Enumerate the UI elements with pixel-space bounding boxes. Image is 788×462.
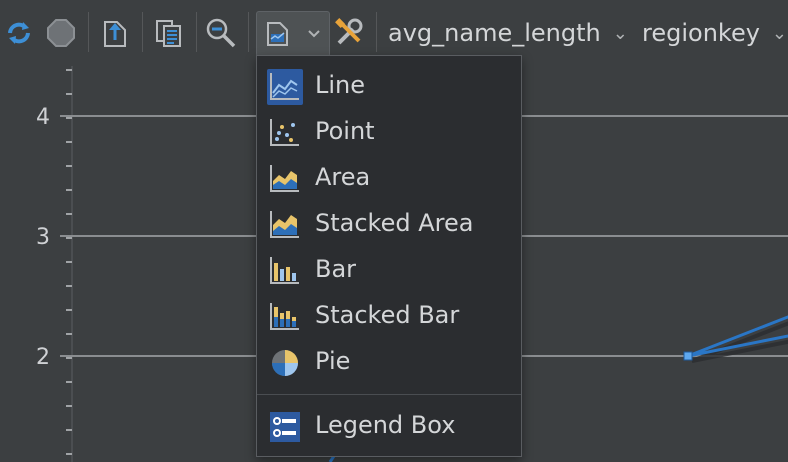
menu-item-label: Bar (315, 255, 357, 283)
y-column-value: regionkey (642, 19, 760, 47)
data-point-marker (683, 351, 693, 361)
chevron-down-icon: ⌄ (771, 22, 788, 44)
line-chart-icon (267, 69, 303, 105)
chart-type-menu: Line Point Area Stacked Area Bar Stacked Bar P… (256, 55, 522, 457)
menu-item-label: Stacked Bar (315, 301, 460, 329)
menu-item-label: Legend Box (315, 411, 456, 439)
stop-button[interactable] (44, 14, 78, 52)
menu-item-stacked-bar[interactable]: Stacked Bar (257, 292, 521, 338)
pie-chart-icon (267, 345, 303, 381)
toolbar-separator (376, 12, 377, 52)
y-tick-label: 3 (36, 225, 50, 250)
menu-item-point[interactable]: Point (257, 108, 521, 154)
export-icon (104, 21, 126, 47)
legend-box-icon (267, 409, 303, 445)
menu-item-pie[interactable]: Pie (257, 338, 521, 384)
menu-item-stacked-area[interactable]: Stacked Area (257, 200, 521, 246)
y-tick-label: 4 (36, 105, 50, 130)
menu-item-label: Pie (315, 347, 351, 375)
menu-item-label: Line (315, 71, 366, 99)
menu-item-label: Point (315, 117, 375, 145)
bar-chart-icon (267, 253, 303, 289)
menu-item-label: Area (315, 163, 371, 191)
toolbar-separator (88, 12, 89, 52)
toolbar-separator (248, 12, 249, 52)
menu-item-area[interactable]: Area (257, 154, 521, 200)
stacked-area-chart-icon (267, 207, 303, 243)
copy-icon (156, 20, 181, 47)
x-column-combo[interactable]: avg_name_length ⌄ (388, 14, 628, 52)
toolbar-separator (196, 12, 197, 52)
y-tick-label: 2 (36, 345, 50, 370)
zoom-out-icon (206, 18, 236, 48)
chart-settings-button[interactable] (332, 14, 366, 52)
stacked-bar-chart-icon (267, 299, 303, 335)
y-column-combo[interactable]: regionkey ⌄ (642, 14, 787, 52)
menu-separator (257, 394, 521, 395)
refresh-button[interactable] (2, 14, 36, 52)
toolbar-separator (142, 12, 143, 52)
stop-icon (47, 19, 75, 47)
series-line-shadow (691, 321, 788, 363)
chart-type-dropdown[interactable] (256, 11, 330, 57)
chevron-down-icon (308, 30, 320, 38)
zoom-out-button[interactable] (204, 14, 238, 52)
point-chart-icon (267, 115, 303, 151)
settings-tools-icon (335, 18, 363, 45)
copy-button[interactable] (152, 14, 186, 52)
refresh-icon (8, 22, 30, 44)
chart-type-icon (267, 22, 288, 46)
area-chart-icon (267, 161, 303, 197)
menu-item-legend-box[interactable]: Legend Box (257, 402, 521, 448)
menu-item-label: Stacked Area (315, 209, 474, 237)
menu-item-bar[interactable]: Bar (257, 246, 521, 292)
x-column-value: avg_name_length (388, 19, 601, 47)
export-button[interactable] (98, 14, 132, 52)
chevron-down-icon: ⌄ (612, 22, 628, 44)
menu-item-line[interactable]: Line (257, 62, 521, 108)
series-line (687, 315, 788, 358)
